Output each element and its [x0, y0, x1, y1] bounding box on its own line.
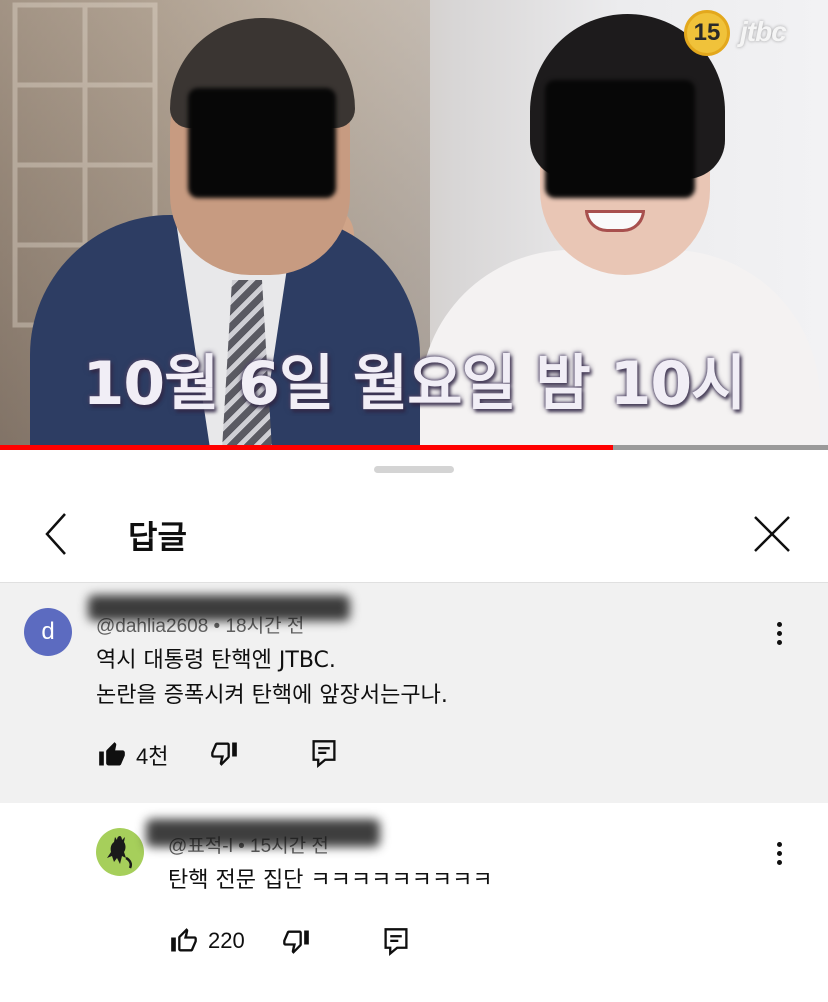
avatar[interactable] [96, 828, 144, 876]
comment-line: 역시 대통령 탄핵엔 JTBC. [96, 648, 336, 673]
like-button[interactable]: 4천 [98, 739, 168, 771]
face-censor-right [545, 80, 695, 198]
like-count: 4천 [136, 744, 169, 769]
comment-body: 탄핵 전문 집단 ㅋㅋㅋㅋㅋㅋㅋㅋㅋ [168, 868, 493, 893]
more-vert-icon [776, 841, 782, 847]
thumbs-up-icon [99, 742, 125, 766]
chevron-left-icon [45, 513, 66, 555]
thumbs-down-icon [283, 930, 309, 954]
reply-icon [384, 928, 408, 957]
cat-avatar-icon [107, 836, 133, 869]
close-icon [754, 516, 790, 552]
avatar[interactable]: d [24, 608, 72, 656]
close-button[interactable] [748, 510, 796, 558]
more-options-button[interactable] [764, 833, 794, 873]
back-button[interactable] [36, 510, 76, 558]
like-count: 220 [208, 928, 245, 953]
more-options-button[interactable] [764, 613, 794, 653]
replies-sheet: 답글 d @dahlia2608 • 18시간 전 역시 대통령 탄핵엔 JTB… [0, 450, 828, 1002]
age-rating-badge: 15 [684, 10, 730, 56]
dislike-button[interactable] [282, 927, 310, 955]
sheet-title: 답글 [128, 518, 187, 556]
drag-handle[interactable] [374, 466, 454, 473]
more-vert-icon [776, 621, 782, 627]
reply-button[interactable] [310, 739, 338, 769]
parent-comment: d @dahlia2608 • 18시간 전 역시 대통령 탄핵엔 JTBC. … [0, 583, 828, 803]
sheet-header: 답글 [0, 498, 828, 582]
dislike-button[interactable] [210, 739, 238, 767]
reply-comment: @표적-l • 15시간 전 탄핵 전문 집단 ㅋㅋㅋㅋㅋㅋㅋㅋㅋ 220 [0, 803, 828, 1002]
channel-logo: jtbc [740, 16, 787, 47]
video-caption: 10월 6일 월요일 밤 10시 [82, 349, 747, 419]
reply-button[interactable] [382, 927, 410, 957]
comment-line: 논란을 증폭시켜 탄핵에 앞장서는구나. [96, 683, 448, 708]
redaction-smudge [88, 595, 350, 621]
thumbs-down-icon [211, 742, 237, 766]
reply-icon [312, 740, 336, 769]
redaction-smudge [146, 819, 380, 847]
like-button[interactable]: 220 [170, 927, 245, 955]
video-player[interactable]: 15 jtbc 10월 6일 월요일 밤 10시 [0, 0, 828, 450]
thumbs-up-icon [171, 928, 197, 952]
comment-body: 역시 대통령 탄핵엔 JTBC. 논란을 증폭시켜 탄핵에 앞장서는구나. [96, 643, 448, 713]
face-censor-left [188, 88, 336, 198]
